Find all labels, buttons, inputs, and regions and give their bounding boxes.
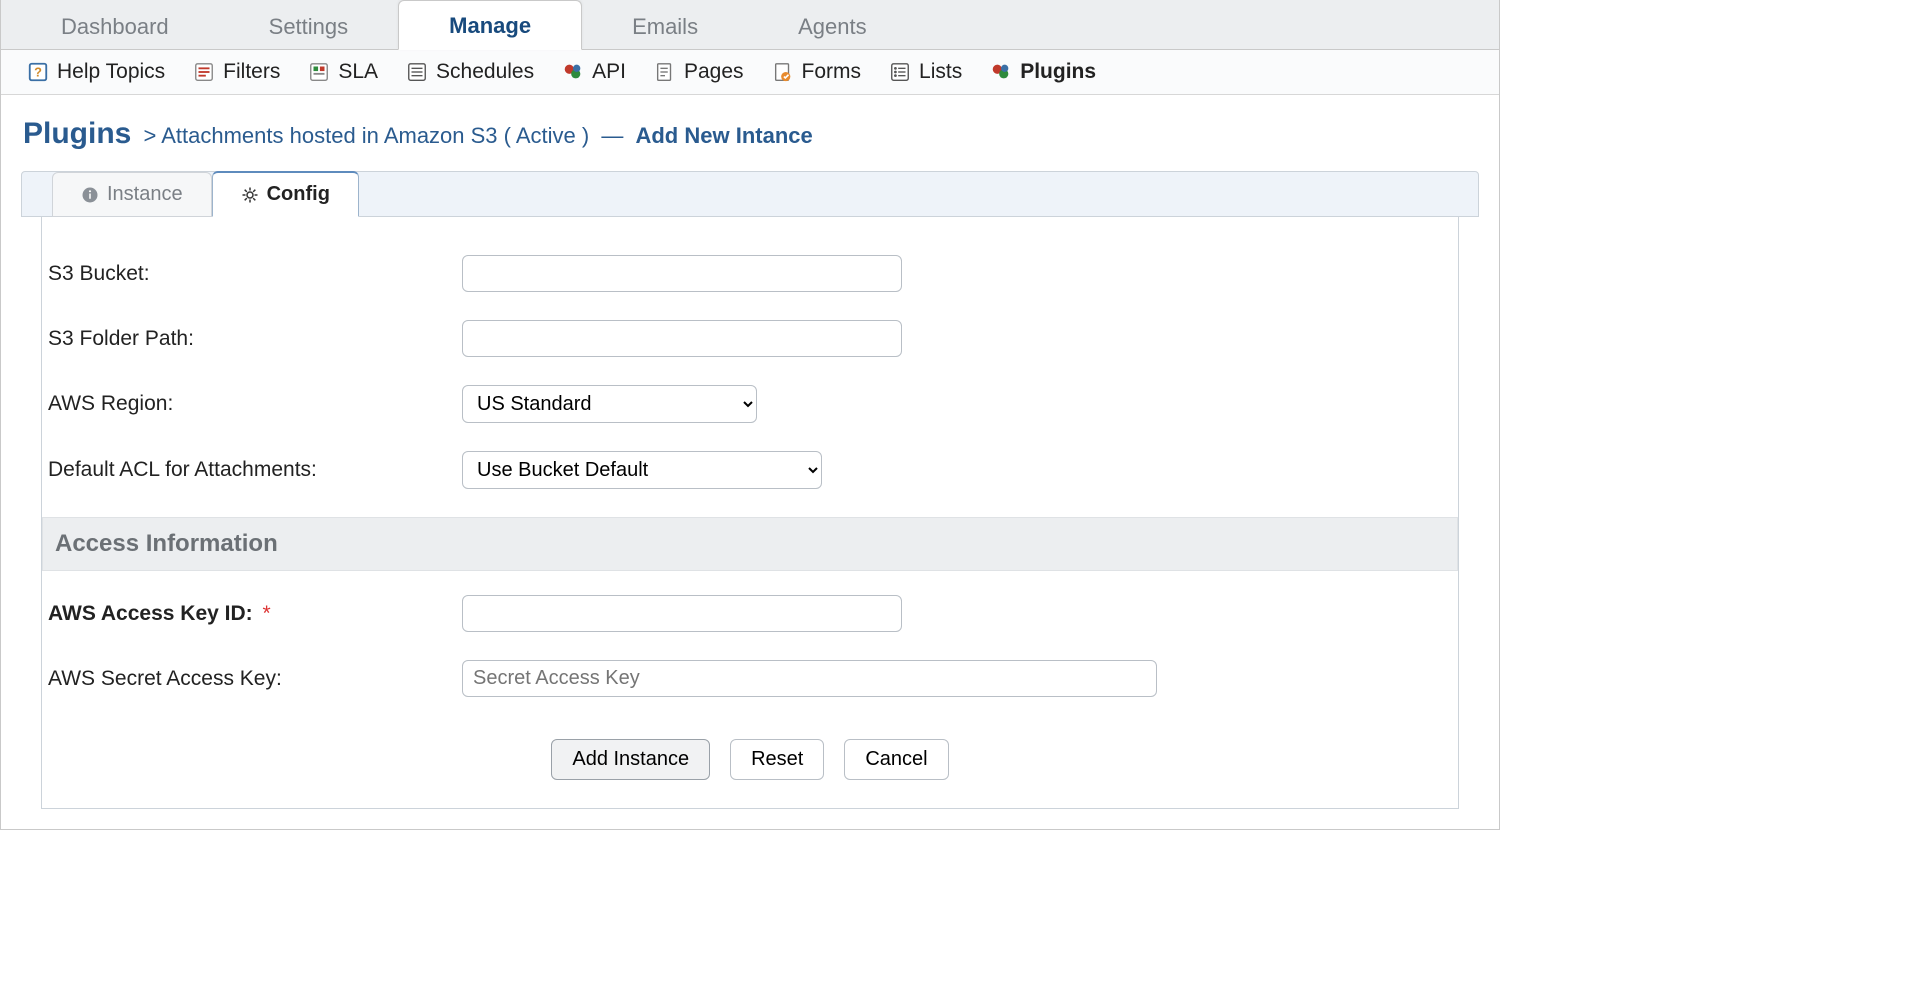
sub-nav: ? Help Topics Filters SLA Schedules: [1, 50, 1499, 95]
tab-instance[interactable]: Instance: [52, 172, 212, 217]
input-secret-access-key[interactable]: [462, 660, 1157, 697]
subnav-lists[interactable]: Lists: [889, 60, 962, 84]
input-s3-folder[interactable]: [462, 320, 902, 357]
select-default-acl[interactable]: Use Bucket Default: [462, 451, 822, 489]
select-aws-region[interactable]: US Standard: [462, 385, 757, 423]
breadcrumb-separator: >: [143, 123, 156, 148]
form-actions: Add Instance Reset Cancel: [42, 711, 1458, 780]
label-aws-region: AWS Region:: [42, 392, 462, 416]
subnav-label: Schedules: [436, 60, 534, 84]
label-access-key-id-text: AWS Access Key ID:: [48, 602, 253, 625]
subnav-forms[interactable]: Forms: [772, 60, 862, 84]
subnav-label: API: [592, 60, 626, 84]
tab-config-label: Config: [267, 183, 330, 206]
row-access-key-id: AWS Access Key ID: *: [42, 581, 1458, 646]
label-default-acl: Default ACL for Attachments:: [42, 458, 462, 482]
api-icon: [562, 61, 584, 83]
admin-panel: Dashboard Settings Manage Emails Agents …: [0, 0, 1500, 830]
filters-icon: [193, 61, 215, 83]
content-tab-area: Instance Config S3 Bucket: S3 Folder Pat…: [21, 171, 1479, 809]
subnav-label: Forms: [802, 60, 862, 84]
lists-icon: [889, 61, 911, 83]
tab-emails[interactable]: Emails: [582, 2, 748, 50]
subnav-sla[interactable]: SLA: [308, 60, 378, 84]
schedules-icon: [406, 61, 428, 83]
label-s3-folder: S3 Folder Path:: [42, 327, 462, 351]
subnav-help-topics[interactable]: ? Help Topics: [27, 60, 165, 84]
gear-icon: [241, 186, 259, 204]
input-s3-bucket[interactable]: [462, 255, 902, 292]
row-secret-access-key: AWS Secret Access Key:: [42, 646, 1458, 711]
subnav-pages[interactable]: Pages: [654, 60, 744, 84]
subnav-label: Help Topics: [57, 60, 165, 84]
breadcrumb-current: Add New Intance: [635, 123, 812, 148]
subnav-label: SLA: [338, 60, 378, 84]
breadcrumb-root[interactable]: Plugins: [23, 117, 131, 150]
subnav-api[interactable]: API: [562, 60, 626, 84]
tab-instance-label: Instance: [107, 183, 183, 206]
subnav-label: Plugins: [1020, 60, 1096, 84]
content-tabs: Instance Config: [21, 171, 1479, 217]
config-form: S3 Bucket: S3 Folder Path: AWS Region: U…: [41, 217, 1459, 809]
breadcrumb-plugin-link[interactable]: Attachments hosted in Amazon S3 ( Active…: [161, 123, 589, 148]
cancel-button[interactable]: Cancel: [844, 739, 948, 780]
pages-icon: [654, 61, 676, 83]
tab-settings[interactable]: Settings: [219, 2, 399, 50]
subnav-label: Lists: [919, 60, 962, 84]
subnav-filters[interactable]: Filters: [193, 60, 280, 84]
section-access-information: Access Information: [42, 517, 1458, 571]
label-access-key-id: AWS Access Key ID: *: [42, 602, 462, 626]
forms-icon: [772, 61, 794, 83]
plugins-icon: [990, 61, 1012, 83]
row-aws-region: AWS Region: US Standard: [42, 371, 1458, 437]
subnav-plugins[interactable]: Plugins: [990, 60, 1096, 84]
breadcrumb: Plugins > Attachments hosted in Amazon S…: [1, 95, 1499, 163]
add-instance-button[interactable]: Add Instance: [551, 739, 710, 780]
reset-button[interactable]: Reset: [730, 739, 824, 780]
label-secret-access-key: AWS Secret Access Key:: [42, 667, 462, 691]
subnav-label: Filters: [223, 60, 280, 84]
breadcrumb-dash: —: [601, 123, 623, 148]
top-nav: Dashboard Settings Manage Emails Agents: [1, 0, 1499, 50]
label-s3-bucket: S3 Bucket:: [42, 262, 462, 286]
input-access-key-id[interactable]: [462, 595, 902, 632]
help-topics-icon: ?: [27, 61, 49, 83]
tab-dashboard[interactable]: Dashboard: [11, 2, 219, 50]
info-icon: [81, 186, 99, 204]
subnav-schedules[interactable]: Schedules: [406, 60, 534, 84]
required-marker: *: [262, 602, 270, 625]
row-default-acl: Default ACL for Attachments: Use Bucket …: [42, 437, 1458, 503]
row-s3-folder: S3 Folder Path:: [42, 306, 1458, 371]
row-s3-bucket: S3 Bucket:: [42, 241, 1458, 306]
subnav-label: Pages: [684, 60, 744, 84]
sla-icon: [308, 61, 330, 83]
svg-text:?: ?: [34, 65, 42, 80]
tab-manage[interactable]: Manage: [398, 0, 582, 50]
tab-agents[interactable]: Agents: [748, 2, 917, 50]
tab-config[interactable]: Config: [212, 171, 359, 217]
